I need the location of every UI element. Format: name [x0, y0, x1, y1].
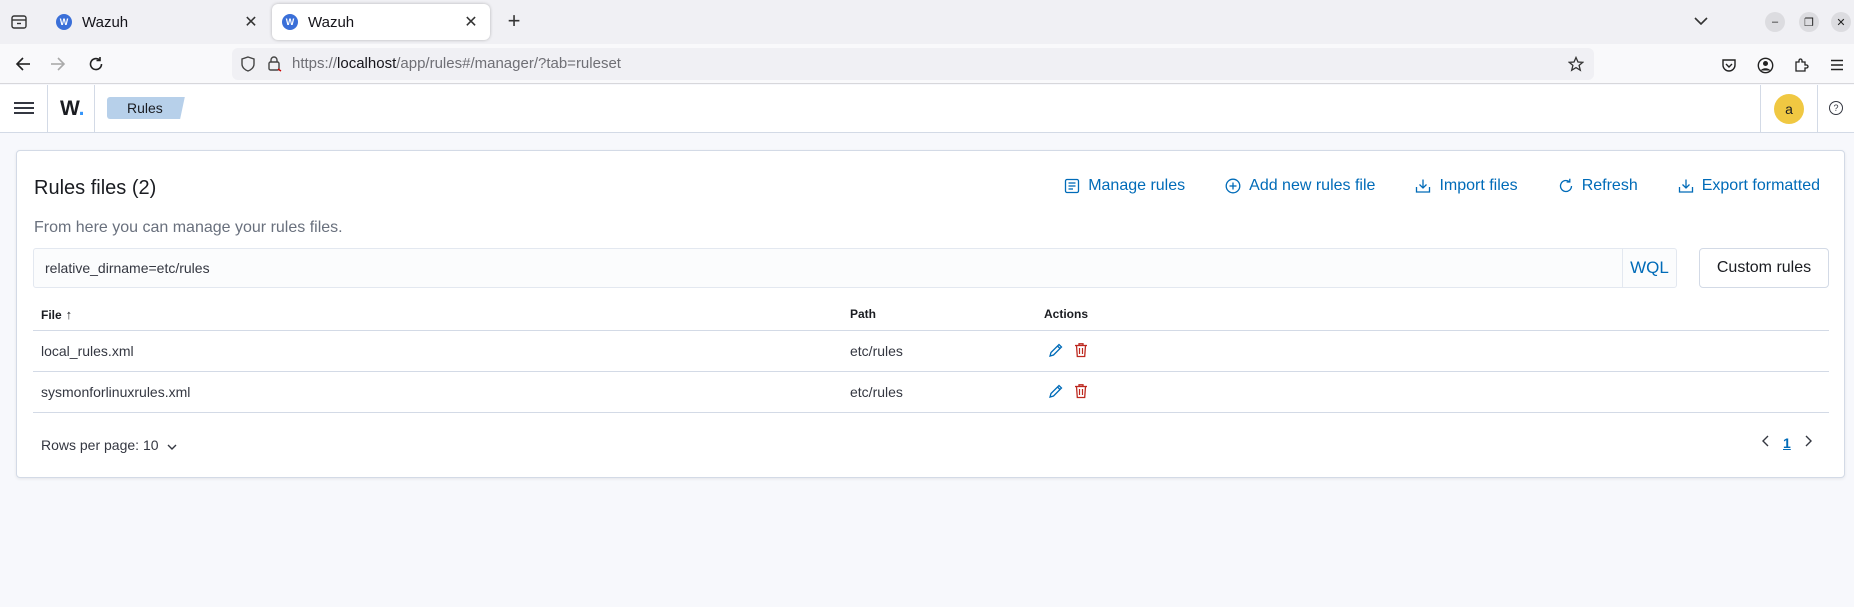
import-files-button[interactable]: Import files: [1415, 177, 1518, 195]
bookmark-star-icon[interactable]: [1566, 54, 1586, 74]
path-cell: etc/rules: [850, 343, 903, 359]
back-arrow-icon[interactable]: [10, 52, 36, 76]
rows-per-page-selector[interactable]: Rows per page: 10: [41, 437, 177, 453]
browser-tab-1[interactable]: W Wazuh ✕: [46, 4, 270, 40]
wazuh-favicon-icon: W: [282, 14, 298, 30]
close-window-icon[interactable]: ✕: [1831, 12, 1851, 32]
account-icon[interactable]: [1754, 54, 1776, 76]
browser-nav-bar: https://localhost/app/rules#/manager/?ta…: [0, 44, 1854, 84]
logo-dot: .: [78, 97, 85, 120]
url-host: localhost: [337, 55, 397, 72]
row-actions: [1048, 342, 1089, 363]
pagination: 1: [1761, 434, 1813, 452]
panel-actions: Manage rules Add new rules file Import f…: [1064, 177, 1820, 195]
wazuh-favicon-icon: W: [56, 14, 72, 30]
browser-tab-2[interactable]: W Wazuh ✕: [272, 4, 490, 40]
rules-files-table: File ↑ Path Actions local_rules.xml etc/r…: [33, 299, 1829, 413]
table-row[interactable]: local_rules.xml etc/rules: [33, 331, 1829, 372]
tab-list-icon[interactable]: [8, 12, 30, 32]
pocket-icon[interactable]: [1718, 54, 1740, 76]
column-header-actions: Actions: [1044, 307, 1089, 321]
refresh-button[interactable]: Refresh: [1558, 177, 1638, 195]
search-input[interactable]: relative_dirname=etc/rules: [45, 249, 210, 287]
rows-per-page-label: Rows per page: 10: [41, 437, 159, 453]
close-tab-icon[interactable]: ✕: [242, 12, 260, 32]
breadcrumb-rules[interactable]: Rules: [107, 97, 185, 119]
shield-icon[interactable]: [240, 56, 256, 77]
custom-rules-button[interactable]: Custom rules: [1699, 248, 1829, 288]
next-page-chevron-icon[interactable]: [1805, 434, 1813, 452]
table-row[interactable]: sysmonforlinuxrules.xml etc/rules: [33, 372, 1829, 413]
row-actions: [1048, 383, 1089, 404]
header-divider: [1817, 85, 1818, 133]
chevron-down-icon[interactable]: [1690, 10, 1712, 32]
extensions-icon[interactable]: [1790, 54, 1812, 76]
forward-arrow-icon[interactable]: [45, 52, 71, 76]
manage-rules-button[interactable]: Manage rules: [1064, 177, 1185, 195]
user-avatar[interactable]: a: [1774, 94, 1804, 124]
browser-tab-bar: W Wazuh ✕ W Wazuh ✕ + – ❐ ✕: [0, 0, 1854, 44]
hamburger-menu-icon[interactable]: [14, 99, 34, 119]
edit-pencil-icon[interactable]: [1048, 383, 1064, 404]
delete-trash-icon[interactable]: [1073, 383, 1089, 404]
wql-language-button[interactable]: WQL: [1622, 249, 1676, 287]
add-rules-file-label: Add new rules file: [1249, 177, 1376, 194]
close-tab-icon[interactable]: ✕: [462, 12, 480, 32]
manage-rules-label: Manage rules: [1088, 177, 1186, 194]
new-tab-plus-icon[interactable]: +: [503, 10, 525, 34]
document-list-icon: [1065, 178, 1080, 194]
sort-ascending-icon: ↑: [65, 307, 73, 322]
file-header-label: File: [41, 308, 62, 322]
tab-title: Wazuh: [82, 13, 129, 31]
export-icon: [1678, 179, 1693, 193]
import-files-label: Import files: [1439, 177, 1518, 194]
export-formatted-button[interactable]: Export formatted: [1678, 177, 1820, 195]
add-new-rules-file-button[interactable]: Add new rules file: [1225, 177, 1375, 195]
panel-description: From here you can manage your rules file…: [34, 219, 343, 236]
previous-page-chevron-icon[interactable]: [1761, 434, 1769, 452]
file-cell[interactable]: sysmonforlinuxrules.xml: [41, 384, 190, 400]
edit-pencil-icon[interactable]: [1048, 342, 1064, 363]
restore-icon[interactable]: ❐: [1799, 12, 1819, 32]
plus-circle-icon: [1225, 178, 1241, 194]
header-divider: [47, 85, 48, 133]
header-divider: [1760, 85, 1761, 133]
url-path: /app/rules#/manager/?tab=ruleset: [396, 55, 621, 72]
header-divider: [94, 85, 95, 133]
reload-icon[interactable]: [83, 52, 109, 76]
page-1-link[interactable]: 1: [1783, 435, 1791, 451]
minimize-icon[interactable]: –: [1765, 12, 1785, 32]
path-cell: etc/rules: [850, 384, 903, 400]
wazuh-logo[interactable]: W.: [60, 97, 85, 121]
page-title: Rules files (2): [34, 177, 157, 199]
export-formatted-label: Export formatted: [1701, 177, 1820, 194]
url-bar[interactable]: https://localhost/app/rules#/manager/?ta…: [232, 48, 1594, 80]
menu-icon[interactable]: [1826, 54, 1848, 76]
url-text[interactable]: https://localhost/app/rules#/manager/?ta…: [292, 55, 621, 72]
refresh-label: Refresh: [1581, 177, 1638, 194]
table-header: File ↑ Path Actions: [33, 299, 1829, 331]
file-cell[interactable]: local_rules.xml: [41, 343, 134, 359]
logo-text: W: [60, 97, 79, 120]
chevron-down-icon: [167, 437, 177, 453]
lock-icon[interactable]: [266, 55, 282, 77]
url-prefix: https://: [292, 55, 338, 72]
app-header: W. Rules a ?: [0, 85, 1854, 133]
refresh-icon: [1559, 178, 1572, 193]
delete-trash-icon[interactable]: [1073, 342, 1089, 363]
search-bar: relative_dirname=etc/rules WQL: [33, 248, 1677, 288]
column-header-file[interactable]: File ↑: [41, 307, 72, 322]
help-icon[interactable]: ?: [1829, 101, 1843, 115]
rules-files-panel: Rules files (2) Manage rules Add new rul…: [16, 150, 1845, 478]
column-header-path[interactable]: Path: [850, 307, 876, 321]
import-icon: [1416, 179, 1431, 193]
tab-title: Wazuh: [308, 13, 355, 31]
